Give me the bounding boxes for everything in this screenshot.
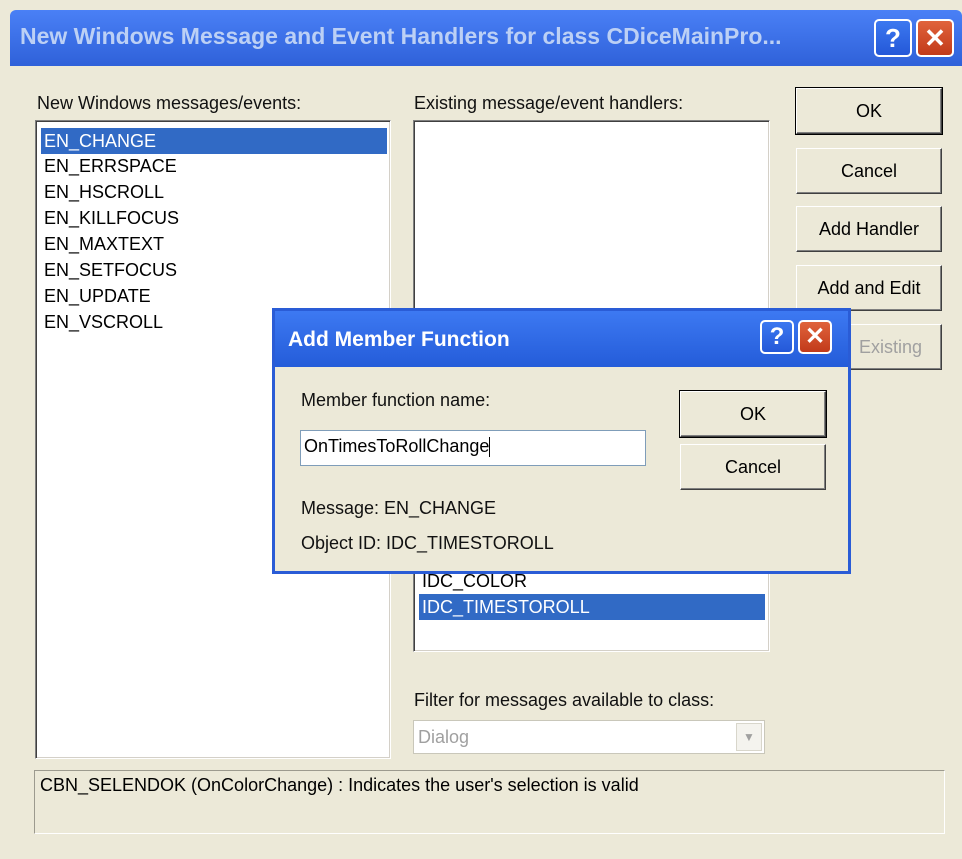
filter-label: Filter for messages available to class: (414, 690, 715, 710)
member-function-name-label: Member function name: (301, 390, 491, 410)
list-item-en-errspace[interactable]: EN_ERRSPACE (41, 153, 180, 179)
list-item-en-vscroll[interactable]: EN_VSCROLL (41, 309, 166, 335)
modal-help-button[interactable]: ? (760, 320, 794, 354)
modal-close-button[interactable]: ✕ (798, 320, 832, 354)
existing-handlers-label: Existing message/event handlers: (414, 93, 684, 113)
edit-existing-label: Existing (859, 337, 923, 357)
list-item-en-setfocus[interactable]: EN_SETFOCUS (41, 257, 180, 283)
member-function-name-input[interactable]: OnTimesToRollChange (300, 430, 646, 466)
close-icon: ✕ (804, 323, 826, 350)
close-button[interactable]: ✕ (916, 19, 954, 57)
help-icon: ? (769, 323, 785, 350)
cancel-button[interactable]: Cancel (796, 148, 942, 194)
description-box: CBN_SELENDOK (OnColorChange) : Indicates… (34, 770, 945, 834)
add-member-function-dialog[interactable]: Add Member Function ? ✕ Member function … (272, 308, 851, 574)
modal-cancel-button[interactable]: Cancel (680, 444, 826, 490)
modal-title-bar[interactable]: Add Member Function ? ✕ (275, 311, 848, 367)
help-button[interactable]: ? (874, 19, 912, 57)
list-item-en-maxtext[interactable]: EN_MAXTEXT (41, 231, 167, 257)
text-cursor (489, 437, 491, 458)
filter-dropdown[interactable]: Dialog ▼ (413, 720, 765, 754)
message-info: Message: EN_CHANGE (301, 498, 497, 518)
object-id-info: Object ID: IDC_TIMESTOROLL (301, 533, 554, 553)
list-item-idc-timestoroll[interactable]: IDC_TIMESTOROLL (419, 594, 765, 620)
list-item-en-killfocus[interactable]: EN_KILLFOCUS (41, 205, 182, 231)
modal-title: Add Member Function (288, 328, 510, 351)
list-item-en-hscroll[interactable]: EN_HSCROLL (41, 179, 167, 205)
help-icon: ? (885, 23, 901, 53)
add-handler-button[interactable]: Add Handler (796, 206, 942, 252)
member-function-name-value: OnTimesToRollChange (304, 436, 490, 456)
chevron-down-icon[interactable]: ▼ (736, 723, 762, 751)
description-text: CBN_SELENDOK (OnColorChange) : Indicates… (40, 775, 639, 795)
list-item-en-update[interactable]: EN_UPDATE (41, 283, 154, 309)
add-and-edit-button[interactable]: Add and Edit (796, 265, 942, 311)
modal-ok-button[interactable]: OK (679, 390, 827, 438)
list-item-en-change[interactable]: EN_CHANGE (41, 128, 387, 154)
filter-value: Dialog (418, 727, 470, 747)
close-icon: ✕ (924, 23, 946, 53)
title-bar[interactable]: New Windows Message and Event Handlers f… (10, 10, 962, 66)
new-messages-label: New Windows messages/events: (37, 93, 302, 113)
ok-button[interactable]: OK (795, 87, 943, 135)
window-title: New Windows Message and Event Handlers f… (20, 23, 782, 49)
